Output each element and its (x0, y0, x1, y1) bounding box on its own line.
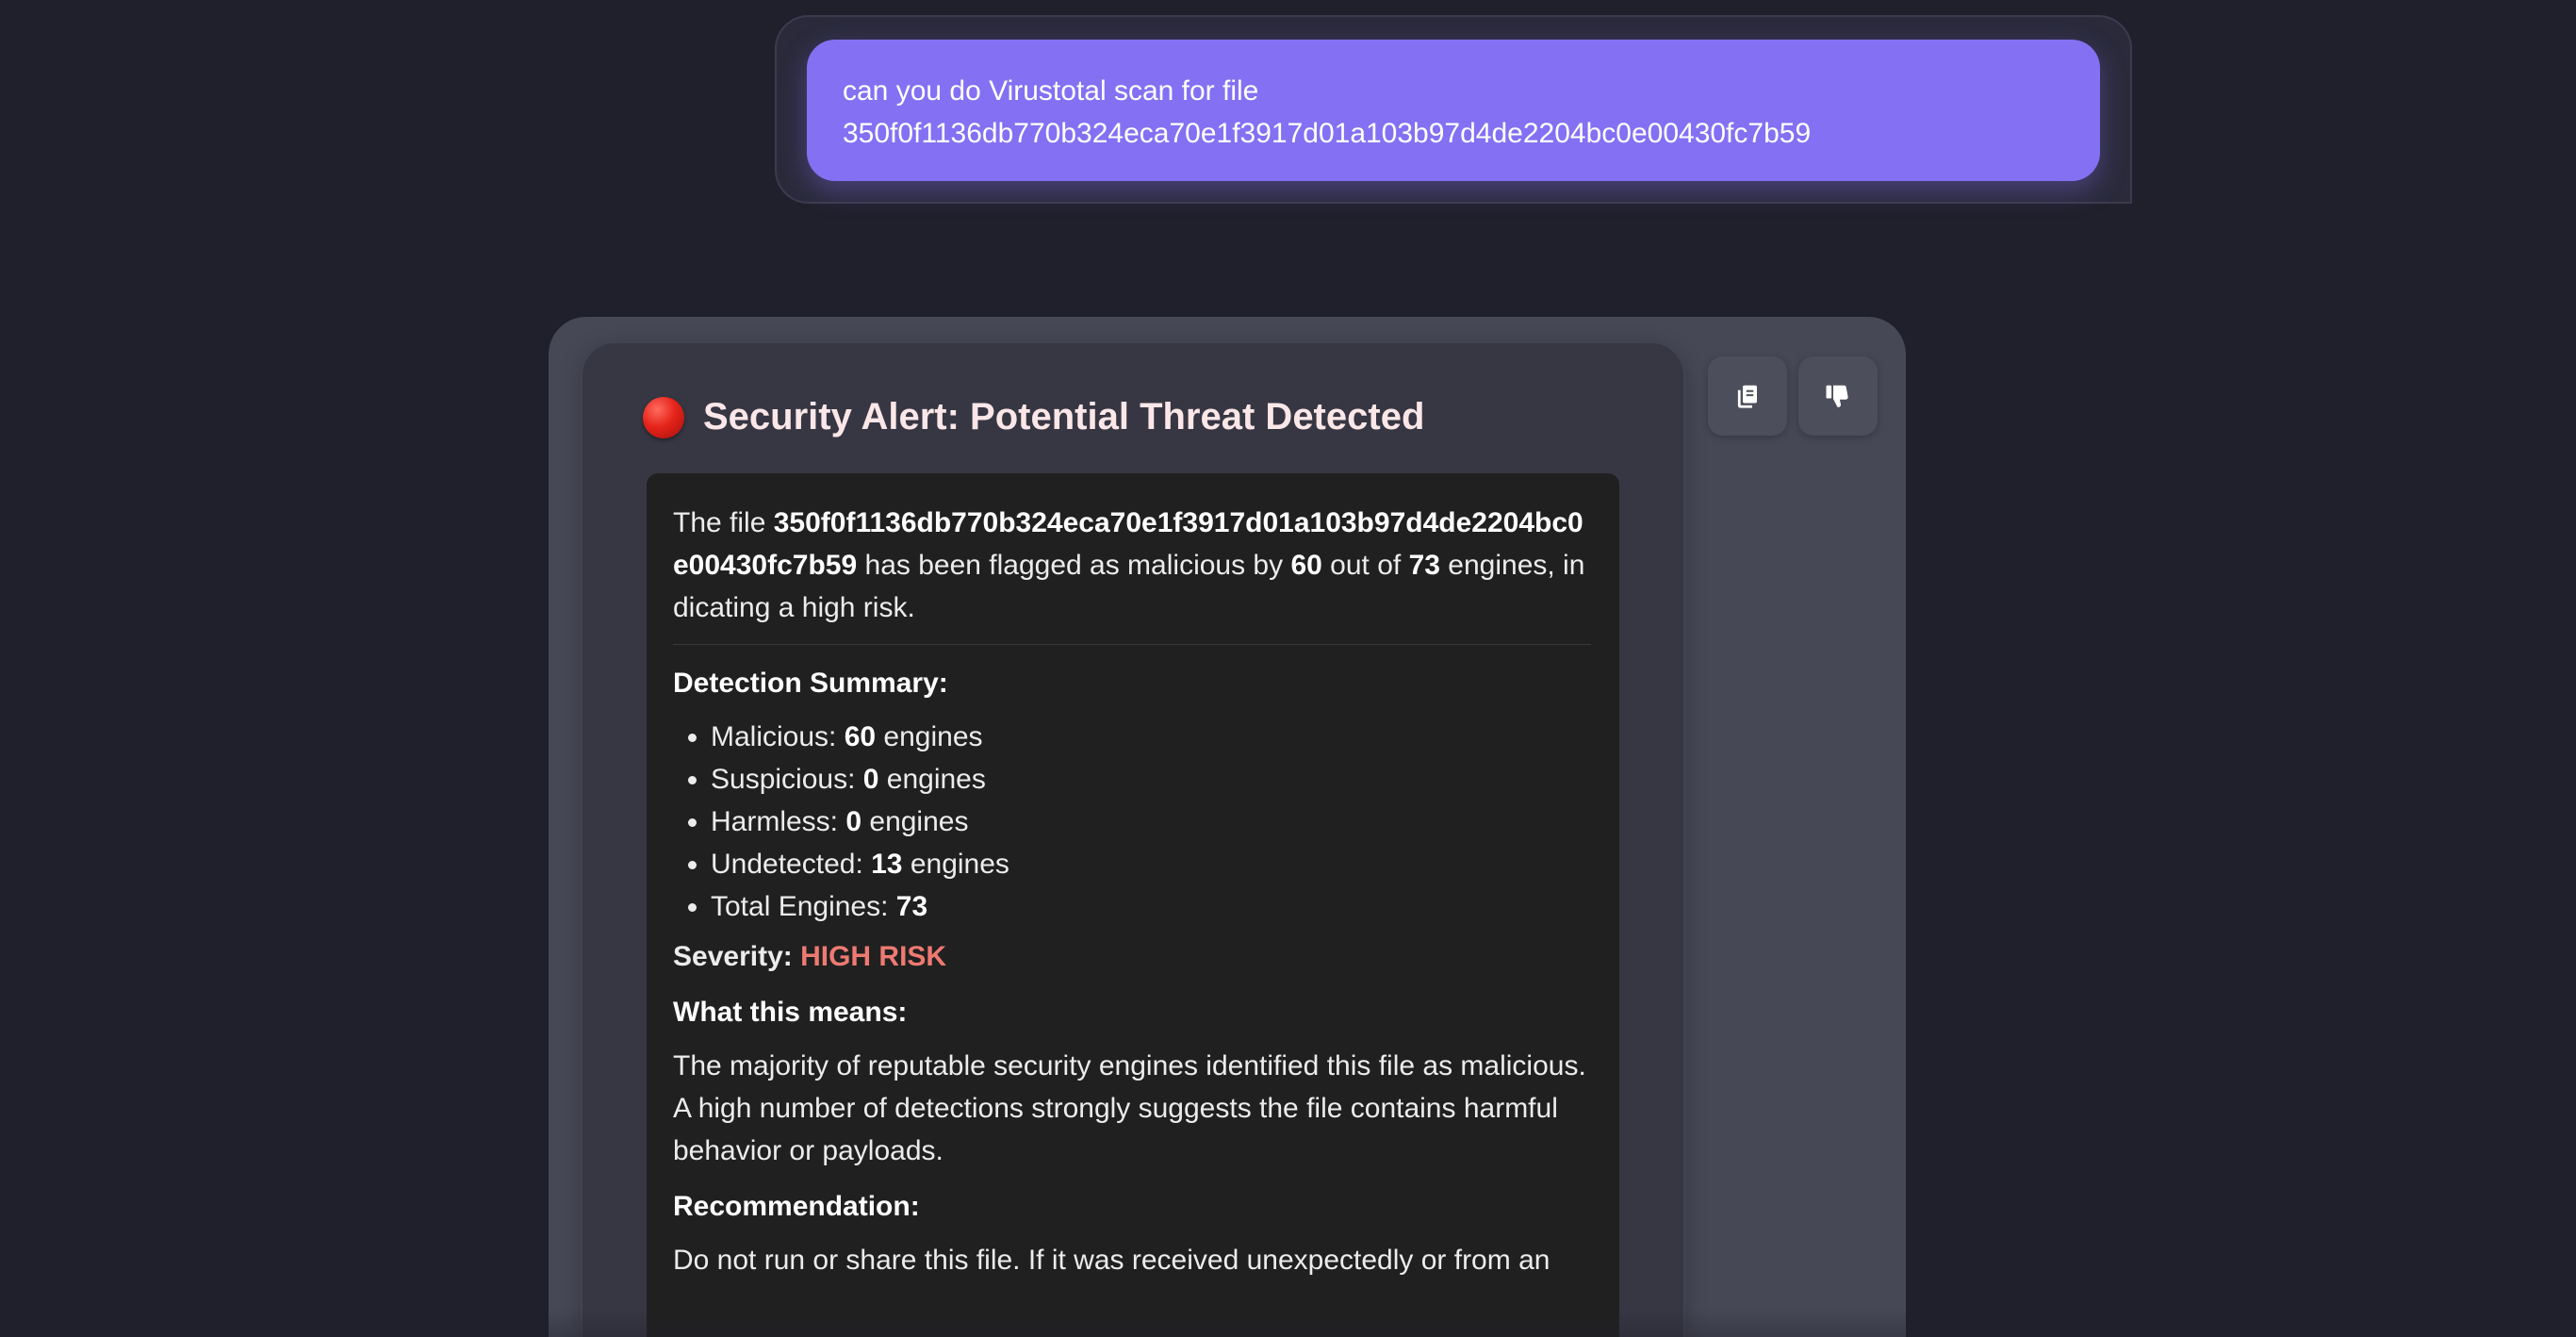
divider (673, 644, 1591, 645)
chat-page: can you do Virustotal scan for file 350f… (0, 0, 2576, 1337)
summary-label: Undetected: (711, 849, 872, 880)
summary-unit: engines (861, 806, 969, 837)
detection-summary-heading: Detection Summary: (673, 668, 948, 699)
malicious-count: 60 (1290, 550, 1322, 581)
dislike-button[interactable] (1798, 356, 1878, 436)
user-message-line-1: can you do Virustotal scan for file (843, 75, 1259, 107)
summary-label: Malicious: (711, 721, 845, 752)
alert-title: Security Alert: Potential Threat Detecte… (643, 396, 1424, 438)
recommendation-text: Do not run or share this file. If it was… (673, 1245, 1551, 1276)
severity-label: Severity: (673, 941, 801, 972)
summary-unit: engines (902, 849, 1009, 880)
list-item: Undetected: 13 engines (711, 843, 1591, 885)
intro-mid-1: has been flagged as malicious by (857, 550, 1291, 581)
list-item: Harmless: 0 engines (711, 801, 1591, 843)
summary-unit: engines (878, 764, 986, 795)
summary-value: 60 (844, 721, 877, 752)
recommendation-heading: Recommendation: (673, 1191, 920, 1222)
what-this-means-heading: What this means: (673, 997, 908, 1028)
red-circle-icon (643, 396, 684, 438)
total-count: 73 (1408, 550, 1440, 581)
severity-line: Severity: HIGH RISK (673, 935, 1591, 978)
intro-prefix: The file (673, 507, 774, 538)
summary-value: 13 (871, 849, 903, 880)
summary-label: Suspicious: (711, 764, 863, 795)
intro-paragraph: The file 350f0f1136db770b324eca70e1f3917… (673, 502, 1591, 629)
user-message-line-2: 350f0f1136db770b324eca70e1f3917d01a103b9… (843, 118, 1812, 149)
intro-mid-2: out of (1321, 550, 1409, 581)
thumbs-down-icon (1826, 385, 1848, 407)
summary-value: 0 (845, 806, 862, 837)
copy-icon (1737, 385, 1757, 408)
detection-summary-list: Malicious: 60 engines Suspicious: 0 engi… (673, 716, 1591, 928)
severity-value: HIGH RISK (800, 941, 947, 972)
message-actions (1708, 356, 1878, 436)
summary-label: Total Engines: (711, 891, 896, 922)
alert-title-text: Security Alert: Potential Threat Detecte… (703, 396, 1425, 437)
summary-label: Harmless: (711, 806, 846, 837)
list-item: Malicious: 60 engines (711, 716, 1591, 758)
summary-value: 73 (895, 891, 928, 922)
what-this-means-text: The majority of reputable security engin… (673, 1050, 1586, 1166)
copy-button[interactable] (1708, 356, 1787, 436)
summary-value: 0 (862, 764, 879, 795)
list-item: Suspicious: 0 engines (711, 758, 1591, 801)
summary-unit: engines (876, 721, 983, 752)
list-item: Total Engines: 73 (711, 885, 1591, 928)
user-message-bubble: can you do Virustotal scan for file 350f… (807, 40, 2100, 181)
alert-content: The file 350f0f1136db770b324eca70e1f3917… (647, 473, 1619, 1337)
